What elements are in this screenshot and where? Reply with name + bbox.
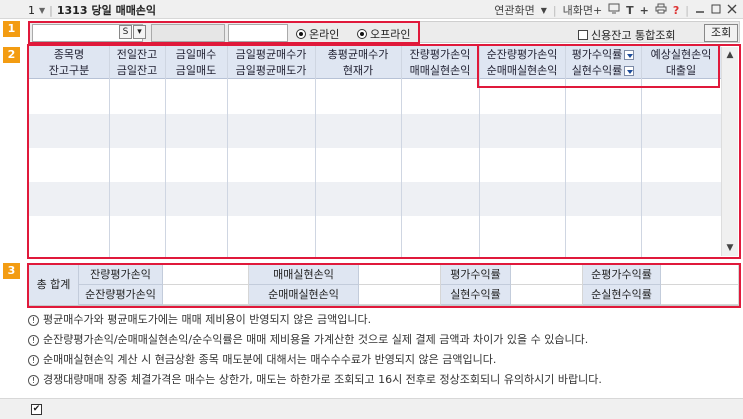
my-screen-menu[interactable]: 내화면+ xyxy=(563,2,603,18)
window-title: 당일 매매손익 xyxy=(91,4,157,17)
marker-1: 1 xyxy=(3,21,20,37)
highlight-box-3 xyxy=(27,263,741,308)
screen-number: 1313 xyxy=(56,3,88,17)
status-checkbox[interactable]: ✔ xyxy=(31,404,42,415)
info-icon: ! xyxy=(28,334,39,346)
note-item: ! 순잔량평가손익/순매매실현손익/순수익률은 매매 제비용을 가계산한 것으로 … xyxy=(28,330,740,350)
credit-balance-checkbox-box[interactable] xyxy=(578,30,588,40)
connected-screen-menu[interactable]: 연관화면 xyxy=(494,2,534,18)
window-number: 1 xyxy=(28,3,35,17)
title-bar: 1 ▼ | 1313 당일 매매손익 연관화면 ▼ | 내화면+ T + ? | xyxy=(0,0,743,19)
monitor-icon[interactable] xyxy=(608,3,620,17)
credit-balance-label: 신용잔고 통합조회 xyxy=(591,29,676,42)
note-item: ! 평균매수가와 평균매도가에는 매매 제비용이 반영되지 않은 금액입니다. xyxy=(28,310,740,330)
close-icon[interactable] xyxy=(727,4,737,17)
title-left: 1 ▼ | 1313 당일 매매손익 xyxy=(28,3,157,18)
marker-2: 2 xyxy=(3,47,20,63)
chevron-down-icon[interactable]: ▼ xyxy=(39,6,45,15)
credit-balance-checkbox[interactable]: 신용잔고 통합조회 xyxy=(578,27,675,43)
marker-3: 3 xyxy=(3,263,20,279)
note-item: ! 경쟁대량매매 장중 체결가격은 매수는 상한가, 매도는 하한가로 조회되고 … xyxy=(28,370,740,390)
chevron-down-icon[interactable]: ▼ xyxy=(541,6,547,15)
notes-list: ! 평균매수가와 평균매도가에는 매매 제비용이 반영되지 않은 금액입니다. !… xyxy=(28,310,740,390)
status-bar: ✔ xyxy=(0,398,743,419)
note-item: ! 순매매실현손익 계산 시 현금상환 종목 매도분에 대해서는 매수수수료가 반… xyxy=(28,350,740,370)
minimize-icon[interactable] xyxy=(695,4,705,17)
title-right: 연관화면 ▼ | 내화면+ T + ? | xyxy=(494,2,737,18)
maximize-icon[interactable] xyxy=(711,4,721,17)
print-icon[interactable] xyxy=(655,3,667,17)
plus-icon[interactable]: + xyxy=(640,4,649,17)
info-icon: ! xyxy=(28,354,39,366)
highlight-box-2 xyxy=(27,44,741,259)
help-icon[interactable]: ? xyxy=(673,4,679,17)
info-icon: ! xyxy=(28,374,39,386)
font-size-icon[interactable]: T xyxy=(626,4,634,17)
search-button[interactable]: 조회 xyxy=(704,24,739,42)
info-icon: ! xyxy=(28,314,39,326)
highlight-box-1 xyxy=(28,21,420,44)
